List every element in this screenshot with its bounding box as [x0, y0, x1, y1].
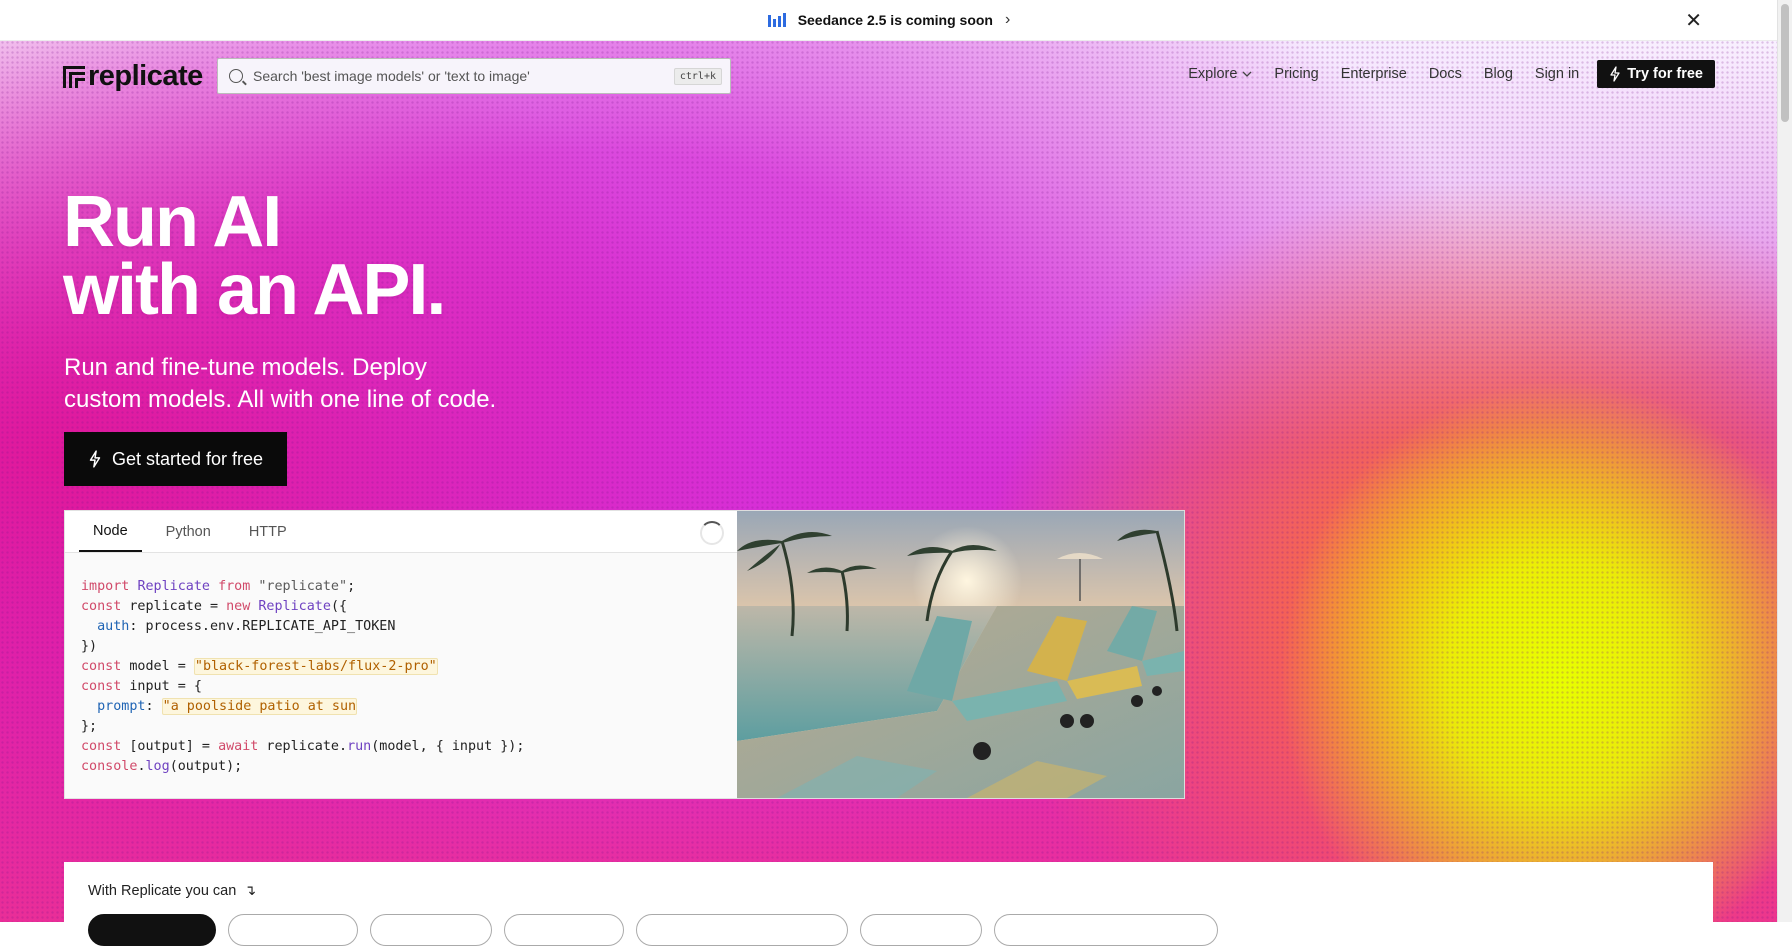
- search-input[interactable]: Search 'best image models' or 'text to i…: [217, 58, 731, 94]
- hero-title: Run AI with an API.: [63, 182, 446, 330]
- capabilities-panel: With Replicate you can ↴: [64, 862, 1713, 946]
- try-for-free-button[interactable]: Try for free: [1597, 60, 1715, 88]
- capabilities-label-text: With Replicate you can: [88, 883, 237, 899]
- capability-chip[interactable]: [860, 914, 982, 946]
- try-for-free-label: Try for free: [1627, 66, 1703, 82]
- nav-sign-in[interactable]: Sign in: [1535, 66, 1579, 82]
- capability-chip[interactable]: [228, 914, 358, 946]
- logo-mark-icon: [63, 65, 85, 88]
- nav-enterprise[interactable]: Enterprise: [1341, 66, 1407, 82]
- nav-pricing[interactable]: Pricing: [1274, 66, 1318, 82]
- hero-subtitle-line-1: Run and fine-tune models. Deploy: [64, 354, 427, 381]
- capabilities-label: With Replicate you can ↴: [88, 882, 256, 899]
- chevron-right-icon: ›: [1004, 11, 1011, 28]
- announcement-banner[interactable]: Seedance 2.5 is coming soon › ✕: [0, 0, 1778, 41]
- code-example-card: Node Python HTTP import Replicate from "…: [64, 510, 739, 799]
- hero-title-line-1: Run AI: [63, 182, 282, 262]
- hero-subtitle-line-2: custom models. All with one line of code…: [64, 386, 497, 413]
- logo-text: replicate: [88, 60, 203, 92]
- code-block: import Replicate from "replicate"; const…: [81, 579, 525, 774]
- hero-subtitle: Run and fine-tune models. Deploy custom …: [64, 352, 564, 416]
- page-scrollbar[interactable]: [1777, 0, 1792, 922]
- search-shortcut: ctrl+k: [673, 67, 722, 85]
- capability-chip[interactable]: [504, 914, 624, 946]
- close-icon[interactable]: ✕: [1685, 8, 1702, 33]
- code-prompt-value: a poolside patio at sun: [170, 699, 357, 714]
- nav-docs[interactable]: Docs: [1429, 66, 1462, 82]
- spinner-icon: [700, 521, 724, 545]
- get-started-button[interactable]: Get started for free: [64, 432, 287, 486]
- bolt-icon: [89, 450, 101, 468]
- nav-blog[interactable]: Blog: [1484, 66, 1513, 82]
- bolt-icon: [1610, 66, 1620, 82]
- get-started-label: Get started for free: [111, 448, 264, 469]
- nav-links: Explore Pricing Enterprise Docs Blog Sig…: [1166, 60, 1715, 88]
- tab-http[interactable]: HTTP: [235, 511, 301, 552]
- code-model-value: black-forest-labs/flux-2-pro: [202, 659, 429, 674]
- capability-chip[interactable]: [994, 914, 1218, 946]
- tab-node[interactable]: Node: [79, 511, 142, 552]
- tab-python[interactable]: Python: [152, 511, 225, 552]
- hero-title-line-2: with an API.: [63, 250, 446, 330]
- bars-icon: [767, 13, 786, 27]
- code-tabs: Node Python HTTP: [65, 511, 738, 553]
- generated-image: [737, 510, 1185, 799]
- banner-text[interactable]: Seedance 2.5 is coming soon: [798, 12, 993, 28]
- arrow-down-right-icon: ↴: [244, 882, 257, 898]
- nav-explore-label: Explore: [1188, 66, 1238, 82]
- capability-chip[interactable]: [88, 914, 216, 946]
- chevron-down-icon: [1242, 69, 1252, 80]
- capability-chip[interactable]: [370, 914, 492, 946]
- logo[interactable]: replicate: [63, 60, 203, 93]
- search-placeholder: Search 'best image models' or 'text to i…: [253, 68, 530, 84]
- scrollbar-thumb[interactable]: [1781, 4, 1789, 122]
- nav-explore[interactable]: Explore: [1188, 66, 1252, 82]
- capability-chip[interactable]: [636, 914, 848, 946]
- search-icon: [229, 69, 243, 83]
- top-nav: replicate Search 'best image models' or …: [0, 40, 1778, 112]
- capability-chips: [88, 914, 1218, 946]
